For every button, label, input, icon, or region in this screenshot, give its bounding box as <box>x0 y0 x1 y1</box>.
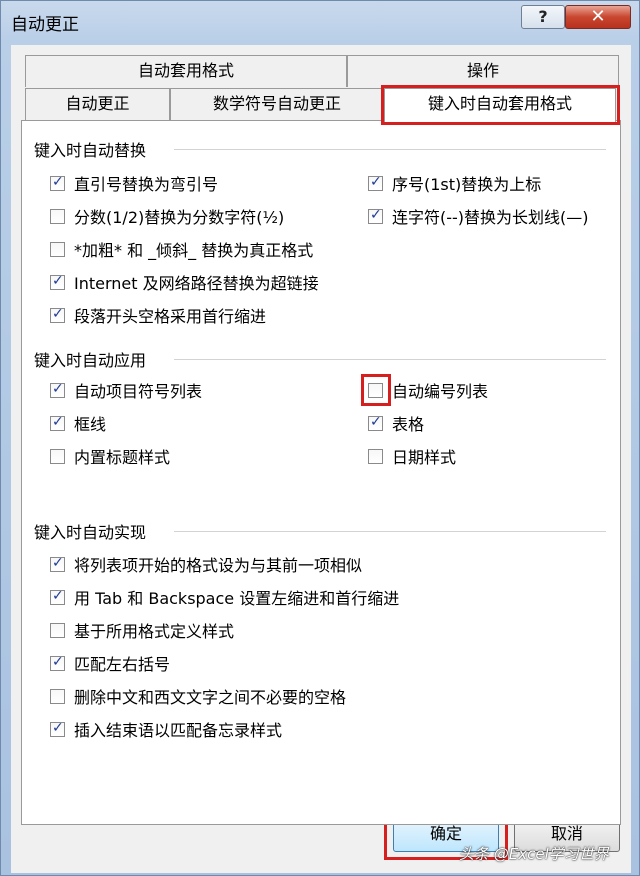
option-label: 自动项目符号列表 <box>74 382 203 401</box>
tab-autoformat[interactable]: 自动套用格式 <box>25 55 347 87</box>
option-define-styles[interactable]: 基于所用格式定义样式 <box>50 619 234 641</box>
checkbox[interactable] <box>50 381 65 398</box>
checkbox[interactable] <box>368 448 383 464</box>
option-label: 删除中文和西文文字之间不必要的空格 <box>74 688 347 707</box>
checkbox[interactable] <box>50 273 65 290</box>
watermark: 头条 @Excel学习世界 <box>459 845 609 863</box>
option-match-parentheses[interactable]: 匹配左右括号 <box>50 652 170 674</box>
tab-actions[interactable]: 操作 <box>347 55 619 87</box>
option-label: 序号(1st)替换为上标 <box>392 175 542 194</box>
checkbox[interactable] <box>368 174 383 191</box>
option-tab-backspace-indent[interactable]: 用 Tab 和 Backspace 设置左缩进和首行缩进 <box>50 586 399 608</box>
close-button[interactable]: ✕ <box>565 5 631 29</box>
option-label: 连字符(--)替换为长划线(—) <box>392 208 589 227</box>
checkbox[interactable] <box>50 208 65 224</box>
checkbox[interactable] <box>50 241 65 257</box>
option-borders[interactable]: 框线 <box>50 412 106 434</box>
section-title-apply: 键入时自动应用 <box>34 351 147 370</box>
tab-panel: 键入时自动替换 直引号替换为弯引号 序号(1st)替换为上标 分数(1/2)替换… <box>21 120 621 825</box>
checkbox[interactable] <box>50 588 65 605</box>
section-divider <box>174 149 606 150</box>
window-title: 自动更正 <box>11 15 79 35</box>
dialog-client-area: 自动套用格式 操作 自动更正 数学符号自动更正 键入时自动套用格式 键入时自动替… <box>11 45 631 873</box>
option-memo-closing[interactable]: 插入结束语以匹配备忘录样式 <box>50 718 282 740</box>
tab-highlight-box <box>381 85 620 125</box>
checkbox[interactable] <box>50 622 65 638</box>
option-label: 用 Tab 和 Backspace 设置左缩进和首行缩进 <box>74 589 400 608</box>
option-tables[interactable]: 表格 <box>368 412 424 434</box>
option-label: 匹配左右括号 <box>74 655 171 674</box>
tab-autocorrect[interactable]: 自动更正 <box>25 88 170 120</box>
title-bar[interactable]: 自动更正 ? ✕ <box>1 1 639 41</box>
section-divider <box>174 359 606 360</box>
option-list-format[interactable]: 将列表项开始的格式设为与其前一项相似 <box>50 553 362 575</box>
option-bold-italic[interactable]: *加粗* 和 _倾斜_ 替换为真正格式 <box>50 238 313 260</box>
option-heading-styles[interactable]: 内置标题样式 <box>50 445 170 467</box>
checkbox[interactable] <box>50 688 65 704</box>
option-hyphens-dash[interactable]: 连字符(--)替换为长划线(—) <box>368 205 589 227</box>
checkbox[interactable] <box>50 720 65 737</box>
checkbox[interactable] <box>368 207 383 224</box>
autocorrect-dialog: 自动更正 ? ✕ 自动套用格式 操作 自动更正 数学符号自动更正 键入时自动套用… <box>0 0 640 876</box>
section-title-replace: 键入时自动替换 <box>34 141 147 160</box>
option-label: 日期样式 <box>392 448 457 467</box>
help-button[interactable]: ? <box>521 5 565 29</box>
checkbox[interactable] <box>50 174 65 191</box>
option-label: 分数(1/2)替换为分数字符(½) <box>74 208 285 227</box>
checkbox[interactable] <box>50 555 65 572</box>
checkbox[interactable] <box>368 414 383 431</box>
option-ordinals-superscript[interactable]: 序号(1st)替换为上标 <box>368 172 541 194</box>
option-label: 框线 <box>74 415 107 434</box>
section-divider <box>174 531 606 532</box>
checkbox[interactable] <box>50 414 65 431</box>
option-date-styles[interactable]: 日期样式 <box>368 445 456 467</box>
option-auto-bullets[interactable]: 自动项目符号列表 <box>50 379 202 401</box>
checkbox-highlight-box <box>361 374 391 406</box>
checkbox[interactable] <box>50 654 65 671</box>
option-label: Internet 及网络路径替换为超链接 <box>74 274 319 293</box>
option-label: 将列表项开始的格式设为与其前一项相似 <box>74 556 363 575</box>
option-first-line-indent[interactable]: 段落开头空格采用首行缩进 <box>50 304 266 326</box>
option-label: 直引号替换为弯引号 <box>74 175 219 194</box>
checkbox[interactable] <box>50 306 65 323</box>
tab-math-autocorrect[interactable]: 数学符号自动更正 <box>170 88 384 120</box>
option-smart-quotes[interactable]: 直引号替换为弯引号 <box>50 172 218 194</box>
option-label: 基于所用格式定义样式 <box>74 622 235 641</box>
option-fractions[interactable]: 分数(1/2)替换为分数字符(½) <box>50 205 284 227</box>
option-label: 插入结束语以匹配备忘录样式 <box>74 721 283 740</box>
option-label: 表格 <box>392 415 425 434</box>
option-hyperlinks[interactable]: Internet 及网络路径替换为超链接 <box>50 271 319 293</box>
section-title-auto: 键入时自动实现 <box>34 523 147 542</box>
option-label: *加粗* 和 _倾斜_ 替换为真正格式 <box>74 241 314 260</box>
option-label: 内置标题样式 <box>74 448 171 467</box>
option-label: 自动编号列表 <box>392 382 489 401</box>
option-remove-spaces[interactable]: 删除中文和西文文字之间不必要的空格 <box>50 685 346 707</box>
option-label: 段落开头空格采用首行缩进 <box>74 307 267 326</box>
checkbox[interactable] <box>50 448 65 464</box>
